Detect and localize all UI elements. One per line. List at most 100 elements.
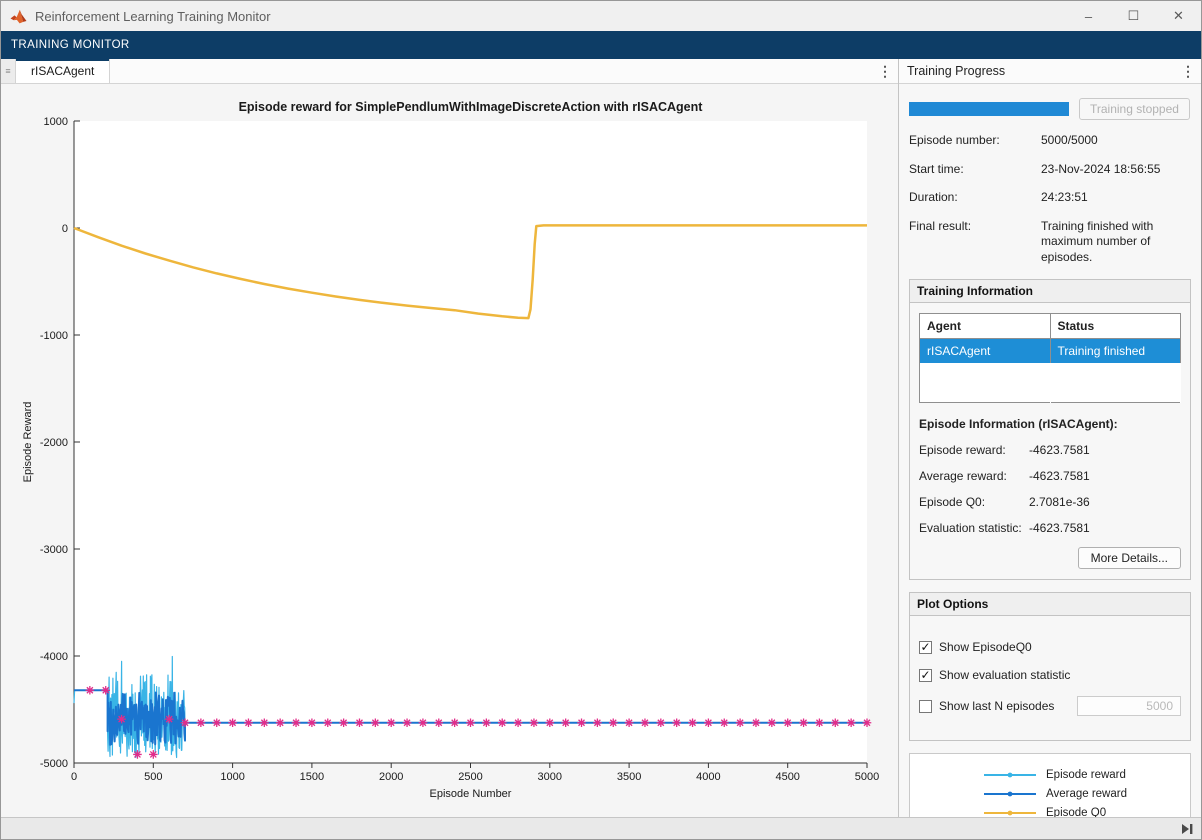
svg-text:4500: 4500	[775, 771, 799, 783]
progress-fields: Episode number:5000/5000Start time:23-No…	[909, 133, 1191, 266]
panel-body: Training stopped Episode number:5000/500…	[899, 84, 1201, 817]
tab-risacagent[interactable]: rISACAgent	[16, 59, 110, 83]
episode-field-row: Evaluation statistic:-4623.7581	[919, 521, 1181, 535]
legend-row: Episode Q0	[910, 805, 1190, 817]
close-button[interactable]: ✕	[1156, 1, 1201, 31]
window-title: Reinforcement Learning Training Monitor	[35, 9, 1066, 24]
checkbox-label: Show last N episodes	[939, 699, 1054, 713]
field-label: Duration:	[909, 190, 1041, 206]
episode-fields: Episode reward:-4623.7581Average reward:…	[919, 443, 1181, 535]
plot-option-row: ✓ Show evaluation statistic	[919, 668, 1181, 682]
field-label: Start time:	[909, 162, 1041, 178]
episode-field-row: Average reward:-4623.7581	[919, 469, 1181, 483]
legend-label: Episode reward	[1046, 768, 1126, 782]
field-value: 24:23:51	[1041, 190, 1191, 206]
tab-list-icon[interactable]: ≡	[1, 59, 16, 83]
training-progress-panel: Training Progress ⋮ Training stopped Epi…	[899, 59, 1201, 817]
minimize-button[interactable]: –	[1066, 1, 1111, 31]
svg-text:Episode reward for SimplePendl: Episode reward for SimplePendlumWithImag…	[239, 100, 704, 114]
svg-text:Episode Reward: Episode Reward	[22, 402, 34, 483]
line-marker-icon	[982, 786, 1038, 802]
svg-text:-3000: -3000	[40, 544, 68, 556]
plot-options-title: Plot Options	[910, 593, 1190, 616]
svg-text:4000: 4000	[696, 771, 720, 783]
agents-table-header-agent: Agent	[920, 313, 1051, 338]
legend-row: Average reward	[910, 786, 1190, 802]
field-value: 2.7081e-36	[1029, 495, 1090, 509]
tab-spacer	[110, 59, 872, 83]
checkbox[interactable]: ✓	[919, 669, 932, 682]
checkbox[interactable]	[919, 700, 932, 713]
progress-field-row: Start time:23-Nov-2024 18:56:55	[909, 162, 1191, 178]
plot-container: 0500100015002000250030003500400045005000…	[1, 84, 898, 817]
checkbox-label: Show EpisodeQ0	[939, 640, 1032, 654]
field-value: -4623.7581	[1029, 469, 1090, 483]
document-tab-bar: ≡ rISACAgent ⋮	[1, 59, 898, 84]
field-value: 5000/5000	[1041, 133, 1191, 149]
svg-text:0: 0	[71, 771, 77, 783]
app-window: Reinforcement Learning Training Monitor …	[0, 0, 1202, 840]
tab-overflow-menu-icon[interactable]: ⋮	[872, 59, 898, 83]
svg-text:3000: 3000	[538, 771, 562, 783]
svg-text:2000: 2000	[379, 771, 403, 783]
svg-text:1500: 1500	[300, 771, 324, 783]
legend-label: Episode Q0	[1046, 806, 1106, 817]
chart-legend: Episode rewardAverage rewardEpisode Q0Ev…	[909, 753, 1191, 817]
plot-option-row: Show last N episodes	[919, 696, 1181, 716]
field-label: Average reward:	[919, 469, 1029, 483]
checkbox[interactable]: ✓	[919, 641, 932, 654]
agent-name-cell: rISACAgent	[920, 338, 1051, 363]
document-area: ≡ rISACAgent ⋮ 0500100015002000250030003…	[1, 59, 899, 817]
matlab-logo-icon	[10, 9, 27, 24]
svg-text:0: 0	[62, 223, 68, 235]
checkbox-label: Show evaluation statistic	[939, 668, 1070, 682]
plot-option-row: ✓ Show EpisodeQ0	[919, 640, 1181, 654]
agents-table-header-row: Agent Status	[920, 313, 1181, 338]
svg-text:-5000: -5000	[40, 758, 68, 770]
plot-options-box: Plot Options ✓ Show EpisodeQ0 ✓ Show evalua…	[909, 592, 1191, 741]
agents-table: Agent Status rISACAgent Training finishe…	[919, 313, 1181, 404]
training-information-title: Training Information	[910, 280, 1190, 303]
field-label: Episode reward:	[919, 443, 1029, 457]
svg-text:1000: 1000	[220, 771, 244, 783]
svg-text:3500: 3500	[617, 771, 641, 783]
status-bar	[1, 817, 1201, 839]
progress-field-row: Episode number:5000/5000	[909, 133, 1191, 149]
agents-table-header-status: Status	[1050, 313, 1181, 338]
toolstrip-tab-training-monitor[interactable]: TRAINING MONITOR	[11, 39, 130, 51]
panel-header: Training Progress ⋮	[899, 59, 1201, 84]
progress-bar-fill	[909, 102, 1069, 116]
last-n-episodes-input[interactable]	[1077, 696, 1181, 716]
legend-row: Episode reward	[910, 767, 1190, 783]
agent-row-selected[interactable]: rISACAgent Training finished	[920, 338, 1181, 363]
line-marker-icon	[982, 805, 1038, 817]
training-stopped-button[interactable]: Training stopped	[1079, 98, 1190, 120]
main-area: ≡ rISACAgent ⋮ 0500100015002000250030003…	[1, 59, 1201, 817]
field-value: -4623.7581	[1029, 443, 1090, 457]
training-progress-bar	[909, 102, 1069, 116]
svg-text:1000: 1000	[44, 116, 68, 128]
episode-field-row: Episode Q0:2.7081e-36	[919, 495, 1181, 509]
svg-text:500: 500	[144, 771, 162, 783]
field-value: 23-Nov-2024 18:56:55	[1041, 162, 1191, 178]
reward-chart: 0500100015002000250030003500400045005000…	[1, 84, 901, 817]
panel-menu-icon[interactable]: ⋮	[1175, 63, 1201, 80]
line-marker-icon	[982, 767, 1038, 783]
field-label: Episode Q0:	[919, 495, 1029, 509]
field-value: Training finished with maximum number of…	[1041, 219, 1191, 266]
more-details-button[interactable]: More Details...	[1078, 547, 1181, 569]
panel-title: Training Progress	[907, 64, 1175, 78]
svg-text:Episode Number: Episode Number	[430, 788, 512, 800]
maximize-button[interactable]: ☐	[1111, 1, 1156, 31]
svg-text:5000: 5000	[855, 771, 879, 783]
progress-row: Training stopped	[909, 98, 1191, 120]
field-label: Episode number:	[909, 133, 1041, 149]
agents-table-empty-row	[920, 363, 1181, 403]
svg-text:-4000: -4000	[40, 651, 68, 663]
svg-text:-2000: -2000	[40, 437, 68, 449]
toolstrip: TRAINING MONITOR	[1, 31, 1201, 59]
legend-label: Average reward	[1046, 787, 1127, 801]
title-bar: Reinforcement Learning Training Monitor …	[1, 1, 1201, 31]
tab-label: rISACAgent	[31, 64, 94, 78]
skip-to-end-icon[interactable]	[1181, 823, 1194, 835]
